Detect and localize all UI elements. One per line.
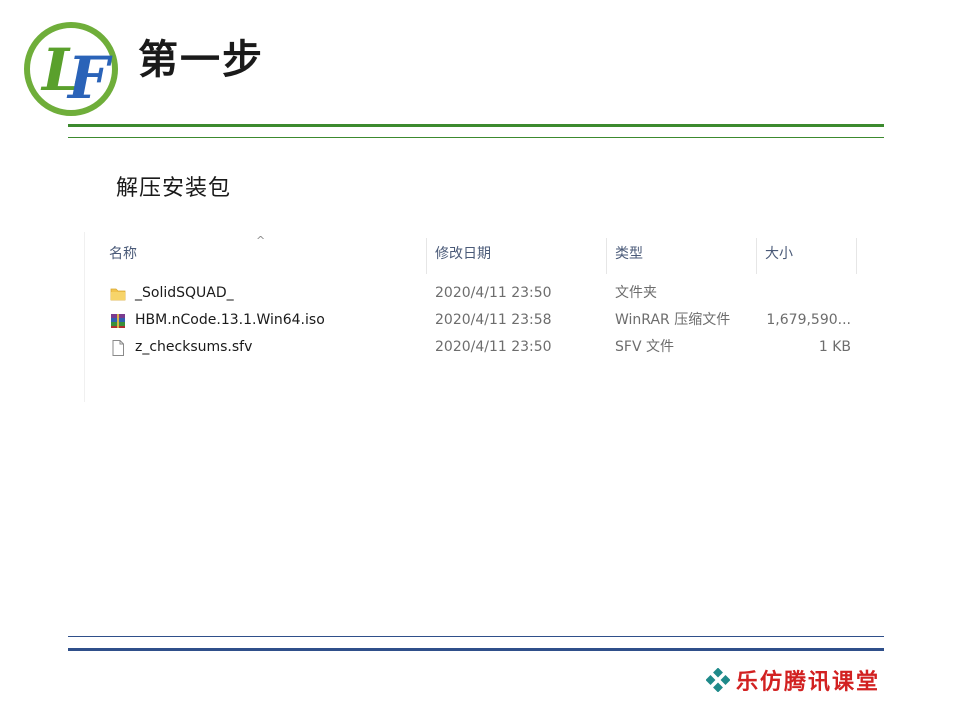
brand-diamond-icon bbox=[705, 668, 730, 692]
file-icon bbox=[112, 340, 124, 356]
folder-icon bbox=[110, 288, 126, 301]
svg-text:F: F bbox=[66, 44, 113, 112]
file-type: WinRAR 压缩文件 bbox=[615, 312, 731, 328]
lf-logo: L F bbox=[24, 22, 118, 116]
file-type: SFV 文件 bbox=[615, 339, 674, 355]
section-subtitle: 解压安装包 bbox=[116, 176, 232, 201]
winrar-archive-icon bbox=[111, 314, 125, 328]
bottom-divider-thin bbox=[68, 636, 884, 637]
file-row[interactable]: HBM.nCode.13.1.Win64.iso 2020/4/11 23:58… bbox=[101, 307, 853, 334]
footer-brand: 乐仿腾讯课堂 bbox=[705, 664, 880, 696]
file-date: 2020/4/11 23:50 bbox=[435, 339, 552, 355]
file-row[interactable]: _SolidSQUAD_ 2020/4/11 23:50 文件夹 bbox=[101, 280, 853, 307]
file-size: 1 KB bbox=[818, 339, 851, 355]
footer-brand-text: 乐仿腾讯课堂 bbox=[735, 669, 880, 695]
column-header-name[interactable]: 名称 bbox=[101, 238, 427, 274]
column-header-size[interactable]: 大小 bbox=[757, 238, 857, 274]
file-explorer-list: 名称 修改日期 类型 大小 _SolidSQUAD_ 2020/4/11 23:… bbox=[84, 232, 861, 402]
file-name: HBM.nCode.13.1.Win64.iso bbox=[135, 312, 325, 328]
file-type: 文件夹 bbox=[615, 285, 657, 301]
column-header-type[interactable]: 类型 bbox=[607, 238, 757, 274]
file-name: _SolidSQUAD_ bbox=[135, 285, 234, 301]
file-row[interactable]: z_checksums.sfv 2020/4/11 23:50 SFV 文件 1… bbox=[101, 334, 853, 361]
top-divider bbox=[68, 124, 884, 127]
column-header-row: 名称 修改日期 类型 大小 bbox=[85, 238, 857, 274]
file-date: 2020/4/11 23:50 bbox=[435, 285, 552, 301]
top-divider-thin bbox=[68, 137, 884, 138]
column-header-date[interactable]: 修改日期 bbox=[427, 238, 607, 274]
file-date: 2020/4/11 23:58 bbox=[435, 312, 552, 328]
page-title: 第一步 bbox=[138, 37, 264, 83]
file-name: z_checksums.sfv bbox=[135, 339, 253, 355]
bottom-divider bbox=[68, 648, 884, 651]
file-size: 1,679,590... bbox=[766, 312, 851, 328]
